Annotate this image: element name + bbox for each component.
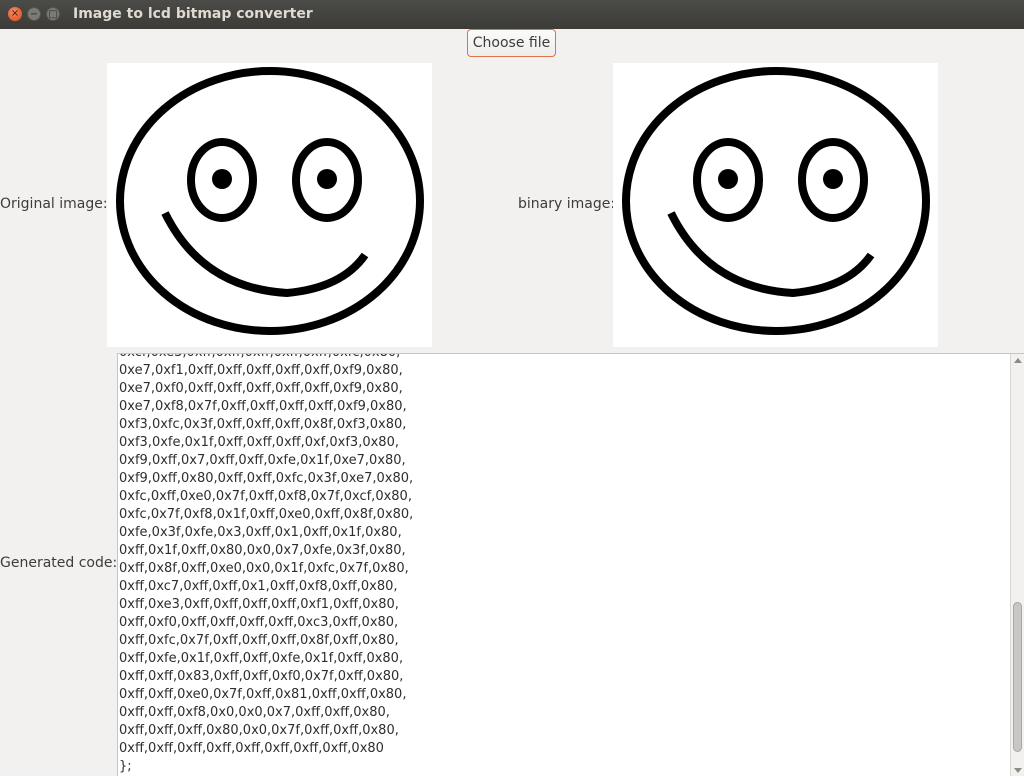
code-line: 0xff,0xff,0xe0,0x7f,0xff,0x81,0xff,0xff,… xyxy=(119,687,407,702)
minimize-icon[interactable]: − xyxy=(27,7,41,21)
code-line: 0xff,0x1f,0xff,0x80,0x0,0x7,0xfe,0x3f,0x… xyxy=(119,543,406,558)
code-line: 0xff,0xe3,0xff,0xff,0xff,0xff,0xf1,0xff,… xyxy=(119,597,399,612)
code-line: 0xff,0xff,0xff,0x80,0x0,0x7f,0xff,0xff,0… xyxy=(119,723,399,738)
binary-image-label: binary image: xyxy=(518,196,616,212)
scrollbar-thumb[interactable] xyxy=(1013,602,1022,752)
code-line: 0xe7,0xf8,0x7f,0xff,0xff,0xff,0xff,0xf9,… xyxy=(119,399,407,414)
code-line: 0xff,0xf0,0xff,0xff,0xff,0xff,0xc3,0xff,… xyxy=(119,615,399,630)
code-content: 0xcf,0xe3,0xff,0xff,0xff,0xff,0xff,0xfc,… xyxy=(119,354,1009,776)
code-line: 0xfc,0x7f,0xf8,0x1f,0xff,0xe0,0xff,0x8f,… xyxy=(119,507,414,522)
scroll-down-arrow-icon[interactable] xyxy=(1014,768,1022,773)
choose-file-button[interactable]: Choose file xyxy=(467,29,556,57)
code-line: 0xff,0xff,0xf8,0x0,0x0,0x7,0xff,0xff,0x8… xyxy=(119,705,390,720)
code-line: 0xf3,0xfc,0x3f,0xff,0xff,0xff,0x8f,0xf3,… xyxy=(119,417,407,432)
code-line: 0xcf,0xe3,0xff,0xff,0xff,0xff,0xff,0xfc,… xyxy=(119,354,1009,362)
code-line: 0xff,0xff,0x83,0xff,0xff,0xf0,0x7f,0xff,… xyxy=(119,669,404,684)
code-line: 0xfe,0x3f,0xfe,0x3,0xff,0x1,0xff,0x1f,0x… xyxy=(119,525,402,540)
vertical-scrollbar[interactable] xyxy=(1010,354,1024,776)
code-line: 0xe7,0xf1,0xff,0xff,0xff,0xff,0xff,0xf9,… xyxy=(119,363,403,378)
code-line: 0xfc,0xff,0xe0,0x7f,0xff,0xf8,0x7f,0xcf,… xyxy=(119,489,412,504)
code-line: 0xf9,0xff,0x80,0xff,0xff,0xfc,0x3f,0xe7,… xyxy=(119,471,414,486)
code-line: 0xe7,0xf0,0xff,0xff,0xff,0xff,0xff,0xf9,… xyxy=(119,381,403,396)
code-line: 0xf3,0xfe,0x1f,0xff,0xff,0xff,0xf,0xf3,0… xyxy=(119,435,399,450)
original-image-label: Original image: xyxy=(0,196,108,212)
binary-image xyxy=(613,63,938,347)
code-line: 0xff,0x8f,0xff,0xe0,0x0,0x1f,0xfc,0x7f,0… xyxy=(119,561,409,576)
code-line: 0xff,0xff,0xff,0xff,0xff,0xff,0xff,0xff,… xyxy=(119,741,384,756)
code-line: 0xf9,0xff,0x7,0xff,0xff,0xfe,0x1f,0xe7,0… xyxy=(119,453,406,468)
generated-code-textarea[interactable]: 0xcf,0xe3,0xff,0xff,0xff,0xff,0xff,0xfc,… xyxy=(117,353,1024,776)
original-image xyxy=(107,63,432,347)
window-title: Image to lcd bitmap converter xyxy=(73,6,313,22)
title-bar: × − □ Image to lcd bitmap converter xyxy=(0,0,1024,29)
maximize-icon[interactable]: □ xyxy=(46,7,60,21)
code-line: }; xyxy=(119,759,132,774)
close-icon[interactable]: × xyxy=(8,7,22,21)
code-line: 0xff,0xc7,0xff,0xff,0x1,0xff,0xf8,0xff,0… xyxy=(119,579,398,594)
generated-code-label: Generated code: xyxy=(0,555,118,571)
scroll-up-arrow-icon[interactable] xyxy=(1014,358,1022,363)
code-line: 0xff,0xfe,0x1f,0xff,0xff,0xfe,0x1f,0xff,… xyxy=(119,651,404,666)
code-line: 0xff,0xfc,0x7f,0xff,0xff,0xff,0x8f,0xff,… xyxy=(119,633,399,648)
